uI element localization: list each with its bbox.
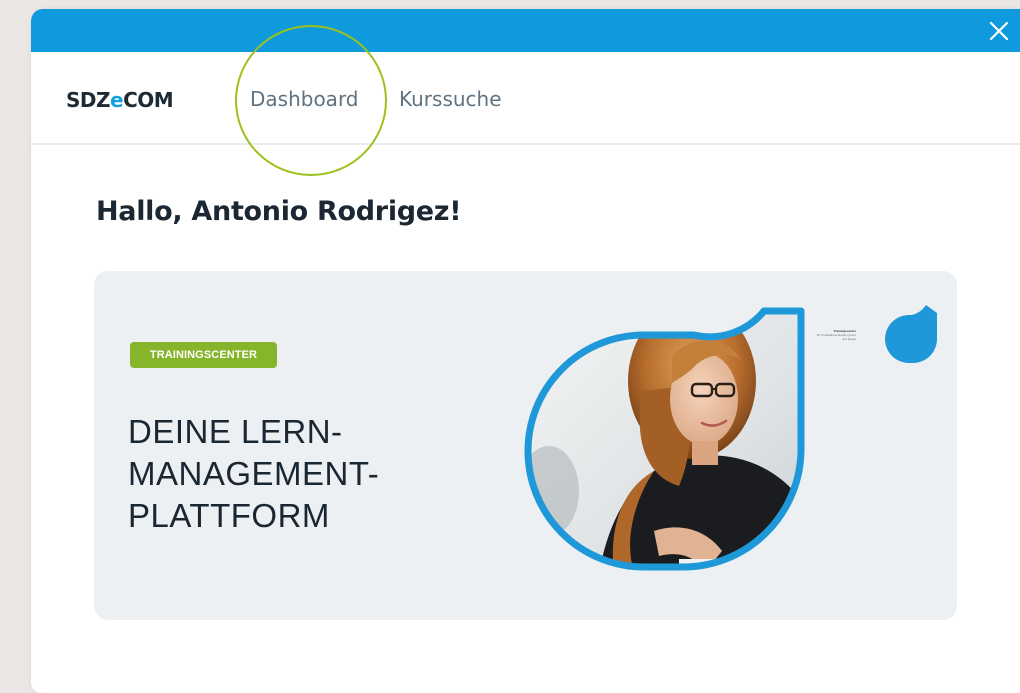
nav-item-kurssuche[interactable]: Kurssuche xyxy=(399,87,502,111)
main-navigation: SDZeCOM Dashboard Kurssuche xyxy=(31,25,1020,176)
decorative-corner-shape xyxy=(885,305,937,363)
banner-photo xyxy=(524,305,937,571)
modal-topbar xyxy=(31,9,1020,52)
nav-item-dashboard[interactable]: Dashboard xyxy=(250,87,359,111)
close-button[interactable] xyxy=(986,18,1012,44)
welcome-banner: TRAININGSCENTER DEINE LERN- MANAGEMENT- … xyxy=(94,271,957,620)
sdzecom-logo[interactable]: SDZeCOM xyxy=(66,88,174,112)
greeting-heading: Hallo, Antonio Rodrigez! xyxy=(96,196,462,227)
banner-caption: Trainingscenter Ihr Produktbeschreibung … xyxy=(816,329,856,341)
modal-dialog: SDZeCOM Dashboard Kurssuche Hallo, Anton… xyxy=(31,9,1020,693)
close-icon xyxy=(989,21,1009,41)
